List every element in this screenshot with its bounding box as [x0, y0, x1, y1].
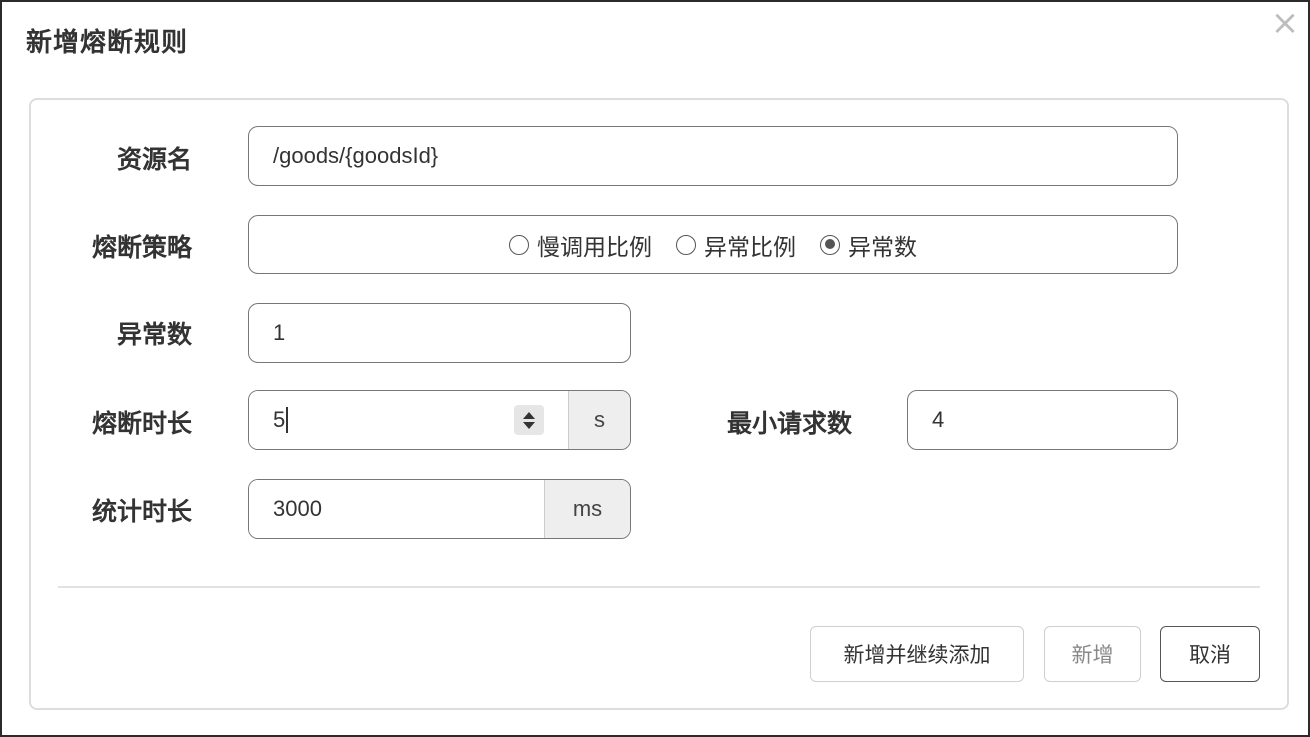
- exception-count-label: 异常数: [116, 320, 192, 349]
- radio-exception-count[interactable]: 异常数: [820, 228, 917, 262]
- circuit-breaker-dialog: 新增熔断规则 × 资源名 /goods/{goodsId} 熔断策略 慢调用比例…: [0, 0, 1310, 737]
- dialog-title: 新增熔断规则: [26, 28, 189, 58]
- radio-exception-count-circle[interactable]: [820, 234, 840, 255]
- break-duration-label: 熔断时长: [91, 409, 192, 438]
- strategy-label: 熔断策略: [91, 233, 192, 262]
- add-button[interactable]: 新增: [1044, 626, 1141, 682]
- radio-slow-ratio[interactable]: 慢调用比例: [509, 228, 652, 262]
- break-duration-unit: s: [568, 391, 630, 449]
- min-requests-label: 最小请求数: [726, 409, 852, 438]
- break-duration-input[interactable]: 5: [249, 391, 568, 449]
- stat-duration-input[interactable]: 3000: [249, 480, 544, 538]
- exception-count-input[interactable]: 1: [248, 303, 631, 363]
- radio-exception-ratio[interactable]: 异常比例: [676, 228, 796, 262]
- resource-value: /goods/{goodsId}: [273, 143, 439, 168]
- exception-count-value: 1: [273, 320, 286, 345]
- stepper-down-icon[interactable]: [523, 421, 535, 429]
- stat-duration-unit: ms: [544, 480, 630, 538]
- strategy-radio-group: 慢调用比例 异常比例 异常数: [248, 215, 1178, 274]
- resource-input[interactable]: /goods/{goodsId}: [248, 126, 1178, 186]
- stat-duration-group: 3000 ms: [248, 479, 631, 539]
- stepper-up-icon[interactable]: [523, 411, 535, 419]
- radio-exception-count-label: 异常数: [848, 234, 917, 261]
- close-icon[interactable]: ×: [1270, 6, 1300, 40]
- stepper-icon[interactable]: [514, 405, 544, 435]
- min-requests-value: 4: [932, 407, 945, 432]
- footer-divider: [58, 586, 1260, 588]
- break-duration-value: 5: [273, 407, 286, 432]
- min-requests-input[interactable]: 4: [907, 390, 1178, 450]
- radio-exception-ratio-label: 异常比例: [704, 234, 796, 261]
- radio-slow-ratio-label: 慢调用比例: [537, 234, 652, 261]
- radio-exception-ratio-circle[interactable]: [676, 234, 696, 255]
- text-caret: [286, 407, 288, 433]
- radio-slow-ratio-circle[interactable]: [509, 234, 529, 255]
- break-duration-group: 5 s: [248, 390, 631, 450]
- resource-label: 资源名: [116, 145, 192, 174]
- stat-duration-value: 3000: [273, 496, 322, 521]
- cancel-button[interactable]: 取消: [1160, 626, 1260, 682]
- stat-duration-label: 统计时长: [91, 497, 192, 526]
- add-and-continue-button[interactable]: 新增并继续添加: [810, 626, 1024, 682]
